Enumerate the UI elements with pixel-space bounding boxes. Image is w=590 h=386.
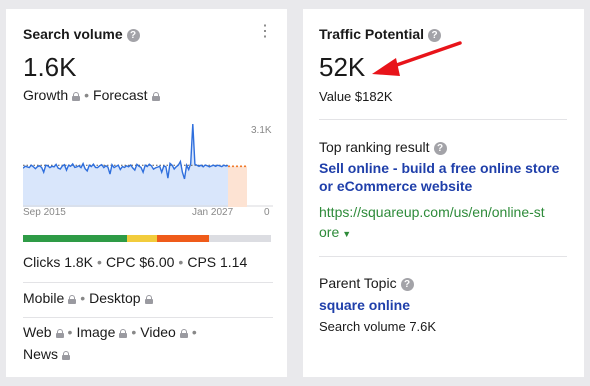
traffic-potential-card: Traffic Potential? 52K Value $182K Top r… bbox=[303, 9, 584, 377]
difficulty-segment bbox=[127, 235, 157, 242]
parent-topic-label: Parent Topic? bbox=[319, 275, 414, 291]
divider bbox=[319, 119, 567, 120]
chart-date-start: Sep 2015 bbox=[23, 207, 66, 218]
lock-icon bbox=[55, 329, 64, 338]
parent-topic-volume: Search volume 7.6K bbox=[319, 319, 437, 334]
top-result-title-line2[interactable]: or eCommerce website bbox=[319, 178, 472, 194]
divider bbox=[23, 282, 273, 283]
chart-axis-top: 3.1K bbox=[251, 125, 272, 136]
search-volume-value: 1.6K bbox=[23, 52, 77, 82]
difficulty-segment bbox=[156, 235, 209, 242]
traffic-value-line: Value $182K bbox=[319, 89, 393, 104]
help-icon[interactable]: ? bbox=[400, 278, 414, 291]
top-result-url-line2[interactable]: ore ▼ bbox=[319, 224, 351, 240]
top-ranking-label: Top ranking result? bbox=[319, 139, 447, 155]
parent-topic-link[interactable]: square online bbox=[319, 297, 410, 313]
image-label[interactable]: Image bbox=[76, 324, 115, 340]
forecast-area bbox=[228, 166, 247, 207]
lock-icon bbox=[179, 329, 188, 338]
difficulty-segment bbox=[23, 235, 128, 242]
forecast-label[interactable]: Forecast bbox=[93, 87, 147, 103]
serp-type-row-2: News bbox=[23, 346, 71, 362]
mobile-label[interactable]: Mobile bbox=[23, 290, 64, 306]
search-volume-title: Search volume? bbox=[23, 26, 140, 42]
more-options-icon[interactable]: ⋮ bbox=[257, 24, 273, 40]
search-volume-card: Search volume? ⋮ 1.6K Growth • Forecast 3.… bbox=[6, 9, 287, 377]
device-row: Mobile • Desktop bbox=[23, 290, 153, 306]
growth-forecast-row: Growth • Forecast bbox=[23, 87, 160, 103]
video-label[interactable]: Video bbox=[140, 324, 176, 340]
top-result-url-line1[interactable]: https://squareup.com/us/en/online-st bbox=[319, 204, 545, 220]
news-label[interactable]: News bbox=[23, 346, 58, 362]
help-icon[interactable]: ? bbox=[433, 142, 447, 155]
clicks-metric: Clicks 1.8K bbox=[23, 254, 94, 270]
desktop-label[interactable]: Desktop bbox=[89, 290, 140, 306]
lock-icon bbox=[72, 92, 81, 101]
caret-down-icon[interactable]: ▼ bbox=[342, 229, 351, 239]
traffic-potential-value: 52K bbox=[319, 52, 366, 82]
divider bbox=[319, 256, 567, 257]
metrics-row: Clicks 1.8K • CPC $6.00 • CPS 1.14 bbox=[23, 254, 248, 270]
lock-icon bbox=[151, 92, 160, 101]
chart-axis-bottom: 0 bbox=[264, 207, 270, 218]
serp-type-row: Web • Image • Video • bbox=[23, 324, 197, 340]
cpc-metric: CPC $6.00 bbox=[105, 254, 175, 270]
difficulty-segment bbox=[209, 235, 271, 242]
lock-icon bbox=[68, 295, 77, 304]
help-icon[interactable]: ? bbox=[126, 29, 140, 42]
web-label[interactable]: Web bbox=[23, 324, 52, 340]
growth-label[interactable]: Growth bbox=[23, 87, 68, 103]
chart-date-end: Jan 2027 bbox=[192, 207, 234, 218]
divider bbox=[23, 317, 273, 318]
search-volume-chart[interactable] bbox=[23, 122, 273, 207]
lock-icon bbox=[62, 351, 71, 360]
lock-icon bbox=[119, 329, 128, 338]
lock-icon bbox=[144, 295, 153, 304]
keyword-difficulty-bar bbox=[23, 235, 271, 242]
cps-metric: CPS 1.14 bbox=[187, 254, 248, 270]
red-arrow-annotation bbox=[372, 41, 462, 76]
top-result-title-line1[interactable]: Sell online - build a free online store bbox=[319, 160, 559, 176]
